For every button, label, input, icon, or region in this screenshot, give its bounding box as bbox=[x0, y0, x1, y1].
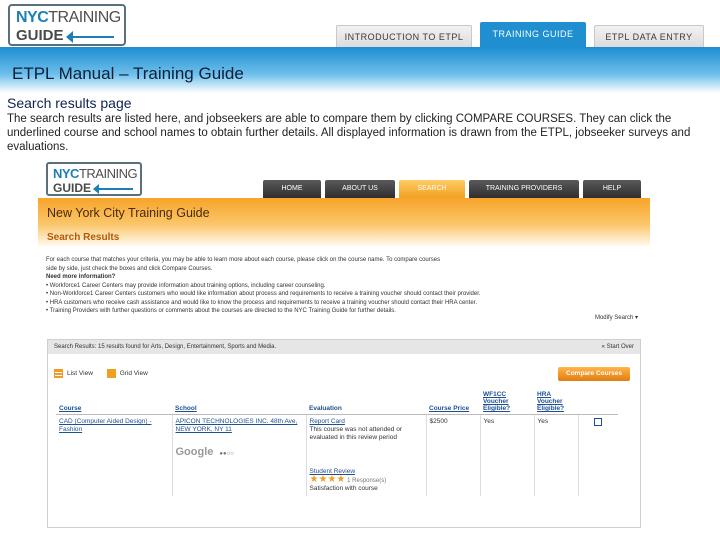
tab-introduction-to-etpl[interactable]: INTRODUCTION TO ETPL bbox=[336, 25, 472, 47]
section-heading: Search results page bbox=[7, 95, 132, 111]
col-select bbox=[578, 390, 618, 415]
modify-search-label: Modify Search bbox=[594, 315, 634, 321]
modify-search-link[interactable]: Modify Search ▾ bbox=[595, 314, 638, 321]
chevron-down-icon: ▾ bbox=[634, 315, 638, 321]
intro-heading: Need more information? bbox=[46, 274, 116, 280]
col-school[interactable]: School bbox=[172, 390, 306, 415]
website-screenshot: NYCTRAINING GUIDE HOME ABOUT US SEARCH T… bbox=[38, 160, 650, 528]
hra-cell: Yes bbox=[534, 414, 579, 496]
page-title: ETPL Manual – Training Guide bbox=[12, 64, 244, 83]
intro-bullet: • Workforce1 Career Centers may provide … bbox=[46, 282, 326, 289]
table-row: CAD (Computer Aided Design) - Fashion AP… bbox=[56, 414, 618, 496]
results-table: Course School Evaluation Course Price WF… bbox=[56, 390, 618, 496]
responses-count: 1 Response(s) bbox=[347, 478, 387, 484]
report-card-link[interactable]: Report Card bbox=[310, 418, 423, 426]
start-over-link[interactable]: « Start Over bbox=[602, 340, 634, 354]
compare-checkbox[interactable] bbox=[594, 418, 603, 426]
results-summary-bar: Search Results: 15 results found for Art… bbox=[48, 340, 640, 354]
google-map-logo[interactable]: Google bbox=[176, 446, 214, 458]
col-evaluation: Evaluation bbox=[306, 390, 426, 415]
site-title: New York City Training Guide bbox=[47, 206, 210, 220]
site-logo-text-guide: GUIDE bbox=[53, 181, 92, 195]
site-logo: NYCTRAINING GUIDE bbox=[46, 162, 142, 196]
school-link[interactable]: APICON TECHNOLOGIES INC. 48th Ave, NEW Y… bbox=[176, 418, 303, 434]
col-course[interactable]: Course bbox=[56, 390, 172, 415]
price-cell: $2500 bbox=[426, 414, 481, 496]
site-header: New York City Training Guide Search Resu… bbox=[38, 198, 650, 246]
wf1cc-cell: Yes bbox=[480, 414, 535, 496]
tab-etpl-data-entry[interactable]: ETPL DATA ENTRY bbox=[594, 25, 704, 47]
intro-line: side by side, just check the boxes and c… bbox=[46, 265, 213, 272]
col-hra-voucher[interactable]: HRA Voucher Eligible? bbox=[534, 390, 578, 415]
results-summary: Search Results: 15 results found for Art… bbox=[54, 344, 277, 350]
logo-text-training: TRAINING bbox=[48, 9, 121, 26]
title-banner: ETPL Manual – Training Guide bbox=[0, 47, 720, 93]
intro-bullet: • Non-Workforce1 Career Centers customer… bbox=[46, 291, 481, 297]
table-header-row: Course School Evaluation Course Price WF… bbox=[56, 390, 618, 415]
nav-help[interactable]: HELP bbox=[583, 180, 641, 198]
slide: NYCTRAINING GUIDE INTRODUCTION TO ETPL T… bbox=[0, 0, 720, 540]
evaluation-text: This course was not attended or evaluate… bbox=[309, 426, 403, 441]
logo-text-guide: GUIDE bbox=[16, 27, 64, 44]
results-panel: Search Results: 15 results found for Art… bbox=[47, 339, 641, 528]
satisfaction-label: Satisfaction with course bbox=[309, 485, 378, 492]
tab-training-guide[interactable]: TRAINING GUIDE bbox=[480, 22, 586, 47]
view-toggle: List View Grid View bbox=[54, 369, 148, 378]
site-subtitle: Search Results bbox=[47, 232, 120, 243]
grid-view-icon[interactable] bbox=[106, 369, 116, 378]
intro-line: For each course that matches your criter… bbox=[46, 257, 441, 263]
intro-bullet: • Training Providers with further questi… bbox=[46, 308, 396, 314]
site-logo-text-training: TRAINING bbox=[78, 166, 138, 181]
list-view-icon[interactable] bbox=[54, 369, 63, 378]
rating-stars-icon: ★★★★ bbox=[309, 474, 346, 485]
site-logo-text-nyc: NYC bbox=[53, 166, 79, 181]
list-view-label[interactable]: List View bbox=[67, 370, 93, 377]
nyc-training-guide-logo: NYCTRAINING GUIDE bbox=[8, 4, 126, 46]
course-link[interactable]: CAD (Computer Aided Design) - Fashion bbox=[59, 418, 151, 433]
site-logo-arrow-icon bbox=[93, 184, 133, 194]
logo-arrow-icon bbox=[66, 31, 114, 43]
logo-text-nyc: NYC bbox=[16, 9, 49, 26]
nav-home[interactable]: HOME bbox=[263, 180, 321, 198]
map-dots-icon: ●●○○ bbox=[219, 451, 234, 457]
grid-view-label[interactable]: Grid View bbox=[120, 370, 148, 377]
nav-training-providers[interactable]: TRAINING PROVIDERS bbox=[469, 180, 579, 198]
col-wf1cc-voucher[interactable]: WF1CC Voucher Eligible? bbox=[480, 390, 534, 415]
description-text: The search results are listed here, and … bbox=[7, 113, 691, 153]
compare-courses-button[interactable]: Compare Courses bbox=[558, 367, 630, 381]
nav-about-us[interactable]: ABOUT US bbox=[325, 180, 395, 198]
search-intro-text: For each course that matches your criter… bbox=[46, 256, 586, 316]
col-course-price[interactable]: Course Price bbox=[426, 390, 480, 415]
intro-bullet: • HRA customers who receive cash assista… bbox=[46, 299, 477, 306]
nav-search[interactable]: SEARCH bbox=[399, 180, 465, 198]
